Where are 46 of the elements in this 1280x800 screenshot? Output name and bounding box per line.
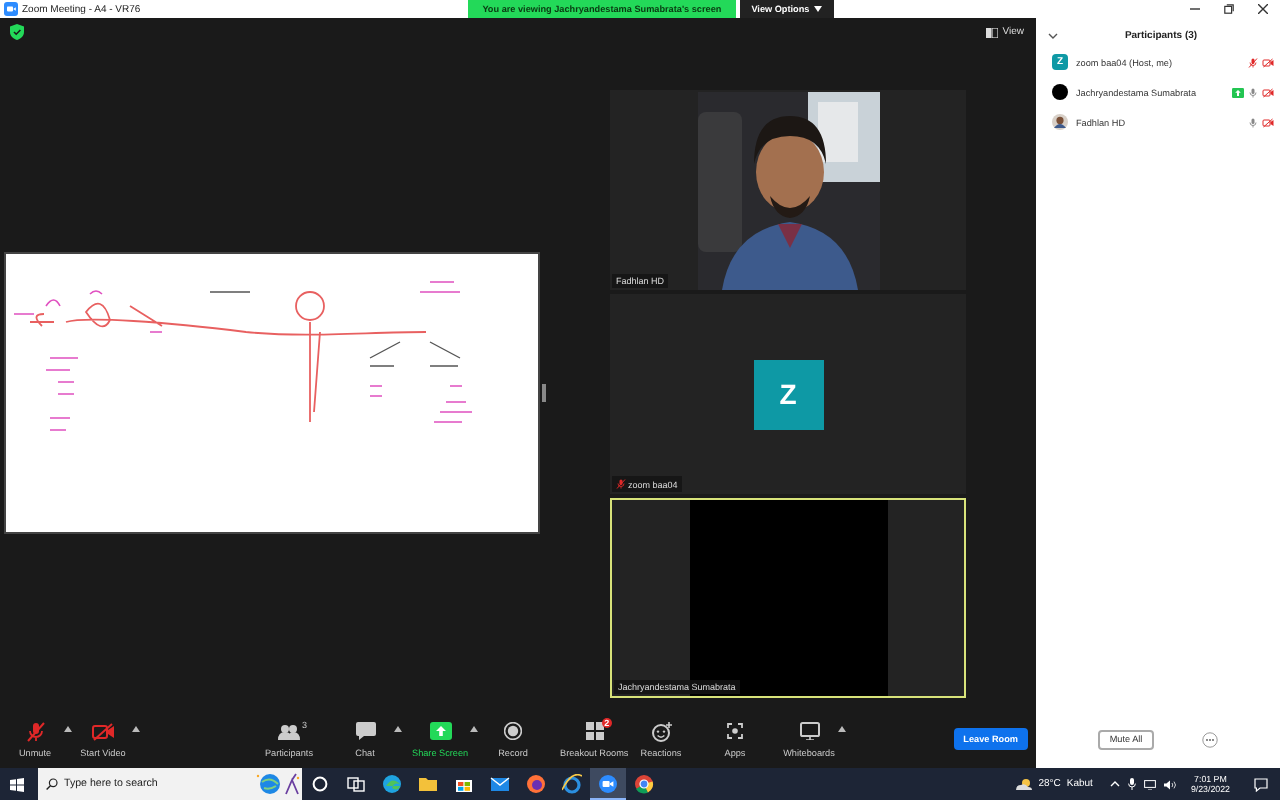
weather-icon[interactable] xyxy=(1016,778,1033,790)
task-view-icon xyxy=(346,774,366,794)
caret-icon xyxy=(813,6,822,12)
avatar-letter: Z xyxy=(753,359,823,429)
close-icon[interactable] xyxy=(1258,4,1268,14)
caret-icon[interactable] xyxy=(394,725,402,731)
caret-icon[interactable] xyxy=(64,725,72,731)
taskbar-app[interactable] xyxy=(590,768,626,800)
scroll-handle[interactable] xyxy=(542,383,546,401)
video-off-icon xyxy=(91,721,115,741)
globe-drawing xyxy=(254,772,302,796)
video-camera-icon xyxy=(598,773,618,793)
folder-icon xyxy=(418,774,438,794)
minimize-icon[interactable] xyxy=(1190,4,1200,14)
mail-icon xyxy=(490,774,510,794)
mic-icon[interactable] xyxy=(1128,778,1137,790)
fox-icon xyxy=(526,774,546,794)
grid-icon xyxy=(585,722,604,740)
chevron-icon[interactable] xyxy=(1048,31,1058,39)
speaker-icon[interactable] xyxy=(1164,779,1177,789)
caret-icon[interactable] xyxy=(132,725,140,731)
shopping-bag-icon xyxy=(454,774,474,794)
caret-icon[interactable] xyxy=(838,725,846,731)
search-circle-icon xyxy=(310,774,330,794)
globe-ring-icon xyxy=(562,774,582,794)
windows-icon[interactable] xyxy=(10,777,24,791)
apps-icon xyxy=(726,722,744,740)
notification-icon[interactable] xyxy=(1254,777,1268,791)
more-icon[interactable] xyxy=(1202,731,1219,747)
avatar xyxy=(1052,84,1068,100)
record-icon xyxy=(504,722,522,740)
shield-icon xyxy=(10,24,24,40)
people-icon xyxy=(278,723,300,739)
browser-icon xyxy=(382,774,402,794)
chat-icon xyxy=(355,722,375,740)
smiley-icon xyxy=(651,721,671,741)
search-icon xyxy=(46,778,58,790)
caret-icon[interactable] xyxy=(470,725,479,731)
chevron-up-icon[interactable] xyxy=(1110,780,1121,788)
restore-icon[interactable] xyxy=(1224,4,1234,14)
whiteboard-icon xyxy=(799,722,819,740)
avatar-icon xyxy=(1052,114,1068,130)
grid-icon xyxy=(986,27,999,37)
share-screen-icon xyxy=(429,722,452,740)
ball-icon xyxy=(634,774,654,794)
muted-mic-icon xyxy=(25,721,45,741)
